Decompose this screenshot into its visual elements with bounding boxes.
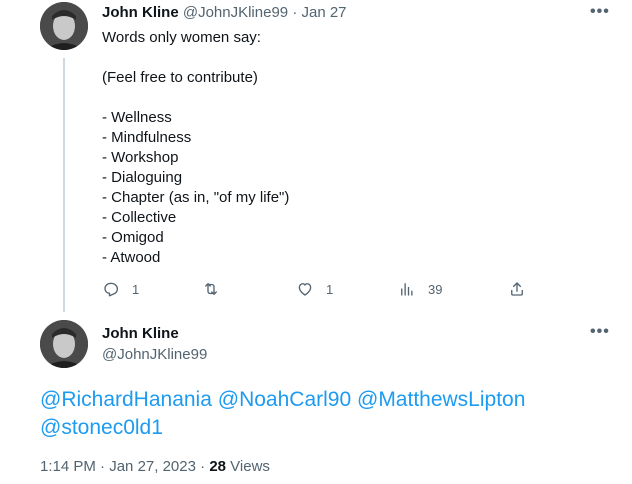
share-button[interactable] bbox=[508, 279, 526, 299]
avatar-image bbox=[40, 320, 88, 368]
more-icon[interactable]: ••• bbox=[590, 323, 610, 341]
tweet-text-line: - Dialoguing bbox=[102, 169, 183, 186]
author-name[interactable]: John Kline bbox=[102, 325, 179, 342]
tweet-text-line bbox=[102, 48, 289, 68]
tweet-time[interactable]: 1:14 PM bbox=[40, 458, 96, 475]
views-icon bbox=[401, 283, 413, 296]
views-button[interactable]: 39 bbox=[398, 279, 442, 299]
mention-link[interactable]: @NoahCarl90 bbox=[218, 388, 351, 411]
author-handle[interactable]: @JohnJKline99 bbox=[183, 4, 288, 21]
reply-count: 1 bbox=[132, 281, 140, 297]
tweet-text-line: - Wellness bbox=[102, 109, 172, 126]
mention-link[interactable]: @RichardHanania bbox=[40, 388, 212, 411]
tweet-date[interactable]: Jan 27 bbox=[301, 4, 346, 21]
avatar[interactable] bbox=[40, 2, 88, 50]
more-icon[interactable]: ••• bbox=[590, 3, 610, 21]
avatar-image bbox=[40, 2, 88, 50]
tweet-text-line: - Workshop bbox=[102, 149, 179, 166]
tweet-text-line: (Feel free to contribute) bbox=[102, 69, 258, 86]
retweet-icon bbox=[205, 283, 217, 295]
like-icon bbox=[298, 283, 312, 296]
tweet-text-line: - Collective bbox=[102, 209, 177, 226]
tweet-text-line: - Omigod bbox=[102, 229, 164, 246]
tweet-text: Words only women say: (Feel free to cont… bbox=[102, 28, 289, 268]
reply-icon bbox=[104, 282, 119, 297]
mention-link[interactable]: @MatthewsLipton bbox=[357, 388, 525, 411]
mention-link[interactable]: @stonec0ld1 bbox=[40, 416, 163, 439]
author-name[interactable]: John Kline bbox=[102, 4, 179, 21]
views-count: 39 bbox=[428, 281, 443, 297]
avatar[interactable] bbox=[40, 320, 88, 368]
tweet-text-line: Words only women say: bbox=[102, 29, 261, 46]
tweet-text-line: - Mindfulness bbox=[102, 129, 192, 146]
tweet-date[interactable]: Jan 27, 2023 bbox=[109, 458, 196, 475]
author-handle[interactable]: @JohnJKline99 bbox=[102, 346, 207, 363]
separator: · bbox=[292, 4, 298, 21]
retweet-button[interactable] bbox=[202, 279, 232, 299]
separator: · bbox=[200, 458, 206, 475]
like-count: 1 bbox=[326, 281, 334, 297]
tweet-header: John Kline @JohnJKline99 · Jan 27 bbox=[102, 4, 347, 21]
reply-button[interactable]: 1 bbox=[102, 279, 139, 299]
like-button[interactable]: 1 bbox=[296, 279, 333, 299]
tweet-text-line: - Chapter (as in, "of my life") bbox=[102, 189, 290, 206]
tweet-actions: 1 1 39 bbox=[102, 279, 532, 299]
tweet-footer: 1:14 PM · Jan 27, 2023 · 28 Views bbox=[40, 458, 270, 475]
thread-connector-line bbox=[63, 58, 65, 312]
separator: · bbox=[100, 458, 106, 475]
tweet-text-line: - Atwood bbox=[102, 249, 161, 266]
tweet-text: @RichardHanania @NoahCarl90 @MatthewsLip… bbox=[40, 386, 600, 442]
tweet-text-line bbox=[102, 88, 289, 108]
views-label: Views bbox=[230, 458, 270, 475]
views-count: 28 bbox=[209, 458, 226, 475]
share-icon bbox=[511, 282, 523, 296]
